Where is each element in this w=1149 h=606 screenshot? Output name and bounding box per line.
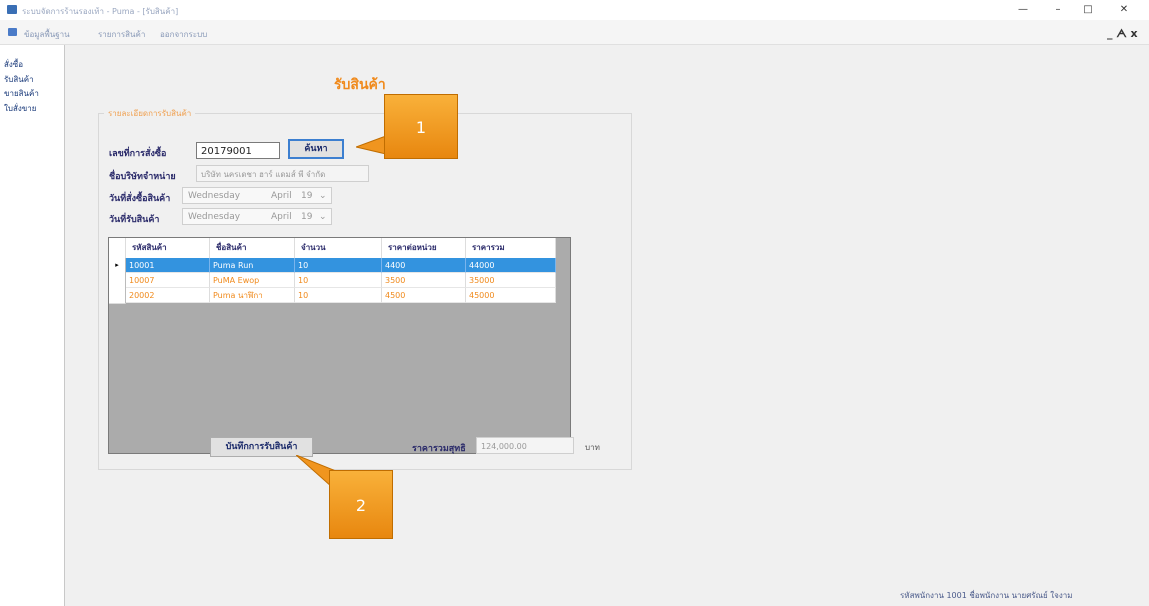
menu-logout[interactable]: ออกจากระบบ bbox=[160, 28, 207, 41]
search-button[interactable]: ค้นหา bbox=[288, 139, 344, 159]
cell-code[interactable]: 10001 bbox=[126, 258, 210, 273]
col-header-code[interactable]: รหัสสินค้า bbox=[126, 238, 210, 258]
sidebar-item-sell[interactable]: ขายสินค้า bbox=[4, 87, 39, 100]
mdi-window-controls[interactable]: _ ᗅ x bbox=[1107, 27, 1138, 41]
row-header bbox=[109, 288, 126, 304]
order-no-field[interactable]: 20179001 bbox=[196, 142, 280, 159]
table-row[interactable]: ▸ 10001 Puma Run 10 4400 44000 bbox=[109, 258, 556, 274]
cell-unit-price[interactable]: 4500 bbox=[382, 288, 466, 303]
supplier-field[interactable]: บริษัท นครเดชา ฮาร์ แดมส์ พี จำกัด bbox=[196, 165, 369, 182]
cell-code[interactable]: 10007 bbox=[126, 273, 210, 288]
menu-bar: ข้อมูลพื้นฐาน รายการสินค้า ออกจากระบบ _ … bbox=[0, 20, 1149, 45]
grid-header-row: รหัสสินค้า ชื่อสินค้า จำนวน ราคาต่อหน่วย… bbox=[109, 238, 556, 259]
menu-dash-icon[interactable]: — bbox=[1010, 2, 1036, 18]
menu-basic-data[interactable]: ข้อมูลพื้นฐาน bbox=[24, 28, 70, 41]
save-receive-button[interactable]: บันทึกการรับสินค้า bbox=[210, 437, 313, 457]
total-label: ราคารวมสุทธิ bbox=[412, 444, 466, 454]
cell-unit-price[interactable]: 3500 bbox=[382, 273, 466, 288]
cell-qty[interactable]: 10 bbox=[295, 258, 382, 273]
row-header bbox=[109, 273, 126, 289]
cell-total[interactable]: 35000 bbox=[466, 273, 556, 288]
window-title: ระบบจัดการร้านรองเท้า - Puma - [รับสินค้… bbox=[22, 7, 179, 16]
cell-name[interactable]: PuMA Ewop bbox=[210, 273, 295, 288]
order-date-date: 19 bbox=[301, 191, 313, 201]
status-bar: รหัสพนักงาน 1001 ชื่อพนักงาน นายศรัณย์ ใ… bbox=[900, 591, 1073, 600]
cell-name[interactable]: Puma นาฬิกา bbox=[210, 288, 295, 303]
col-header-total[interactable]: ราคารวม bbox=[466, 238, 556, 258]
maximize-icon[interactable]: □ bbox=[1075, 2, 1101, 18]
col-header-qty[interactable]: จำนวน bbox=[295, 238, 382, 258]
form-title: รับสินค้า bbox=[334, 77, 386, 93]
menu-app-icon bbox=[8, 28, 17, 36]
sidebar-item-sales-order[interactable]: ใบสั่งขาย bbox=[4, 102, 36, 115]
receive-date-picker[interactable]: Wednesday April 19 ⌄ bbox=[182, 208, 332, 225]
cell-qty[interactable]: 10 bbox=[295, 273, 382, 288]
order-date-label: วันที่สั่งซื้อสินค้า bbox=[109, 194, 171, 204]
minimize-icon[interactable]: – bbox=[1045, 2, 1071, 18]
sidebar-item-order[interactable]: สั่งซื้อ bbox=[4, 58, 23, 71]
order-date-day: Wednesday bbox=[188, 191, 241, 201]
receive-date-day: Wednesday bbox=[188, 212, 241, 222]
cell-total[interactable]: 44000 bbox=[466, 258, 556, 273]
chevron-down-icon: ⌄ bbox=[319, 191, 327, 201]
order-no-label: เลขที่การสั่งซื้อ bbox=[109, 149, 167, 159]
callout-2: 2 bbox=[329, 470, 393, 539]
group-title: รายละเอียดการรับสินค้า bbox=[104, 107, 196, 120]
cell-code[interactable]: 20002 bbox=[126, 288, 210, 303]
receive-date-label: วันที่รับสินค้า bbox=[109, 215, 160, 225]
currency-unit: บาท bbox=[585, 443, 600, 452]
table-row[interactable]: 10007 PuMA Ewop 10 3500 35000 bbox=[109, 273, 556, 289]
chevron-down-icon: ⌄ bbox=[319, 212, 327, 222]
menu-product-list[interactable]: รายการสินค้า bbox=[98, 28, 145, 41]
order-date-picker[interactable]: Wednesday April 19 ⌄ bbox=[182, 187, 332, 204]
cell-unit-price[interactable]: 4400 bbox=[382, 258, 466, 273]
supplier-label: ชื่อบริษัทจำหน่าย bbox=[109, 172, 176, 182]
grid-corner-header bbox=[109, 238, 126, 258]
products-grid[interactable]: รหัสสินค้า ชื่อสินค้า จำนวน ราคาต่อหน่วย… bbox=[108, 237, 571, 454]
close-icon[interactable]: ✕ bbox=[1111, 2, 1137, 18]
callout-1-pointer bbox=[356, 136, 386, 155]
cell-name[interactable]: Puma Run bbox=[210, 258, 295, 273]
title-bar: ระบบจัดการร้านรองเท้า - Puma - [รับสินค้… bbox=[0, 0, 1149, 20]
current-row-marker-icon: ▸ bbox=[109, 258, 126, 274]
col-header-unit-price[interactable]: ราคาต่อหน่วย bbox=[382, 238, 466, 258]
total-field[interactable]: 124,000.00 bbox=[476, 437, 574, 454]
col-header-name[interactable]: ชื่อสินค้า bbox=[210, 238, 295, 258]
cell-qty[interactable]: 10 bbox=[295, 288, 382, 303]
cell-total[interactable]: 45000 bbox=[466, 288, 556, 303]
table-row[interactable]: 20002 Puma นาฬิกา 10 4500 45000 bbox=[109, 288, 556, 304]
order-date-month: April bbox=[271, 191, 292, 201]
callout-1: 1 bbox=[384, 94, 458, 159]
app-icon bbox=[7, 5, 17, 14]
receive-date-month: April bbox=[271, 212, 292, 222]
sidebar: สั่งซื้อ รับสินค้า ขายสินค้า ใบสั่งขาย bbox=[0, 45, 65, 606]
receive-date-date: 19 bbox=[301, 212, 313, 222]
sidebar-item-receive[interactable]: รับสินค้า bbox=[4, 73, 34, 86]
